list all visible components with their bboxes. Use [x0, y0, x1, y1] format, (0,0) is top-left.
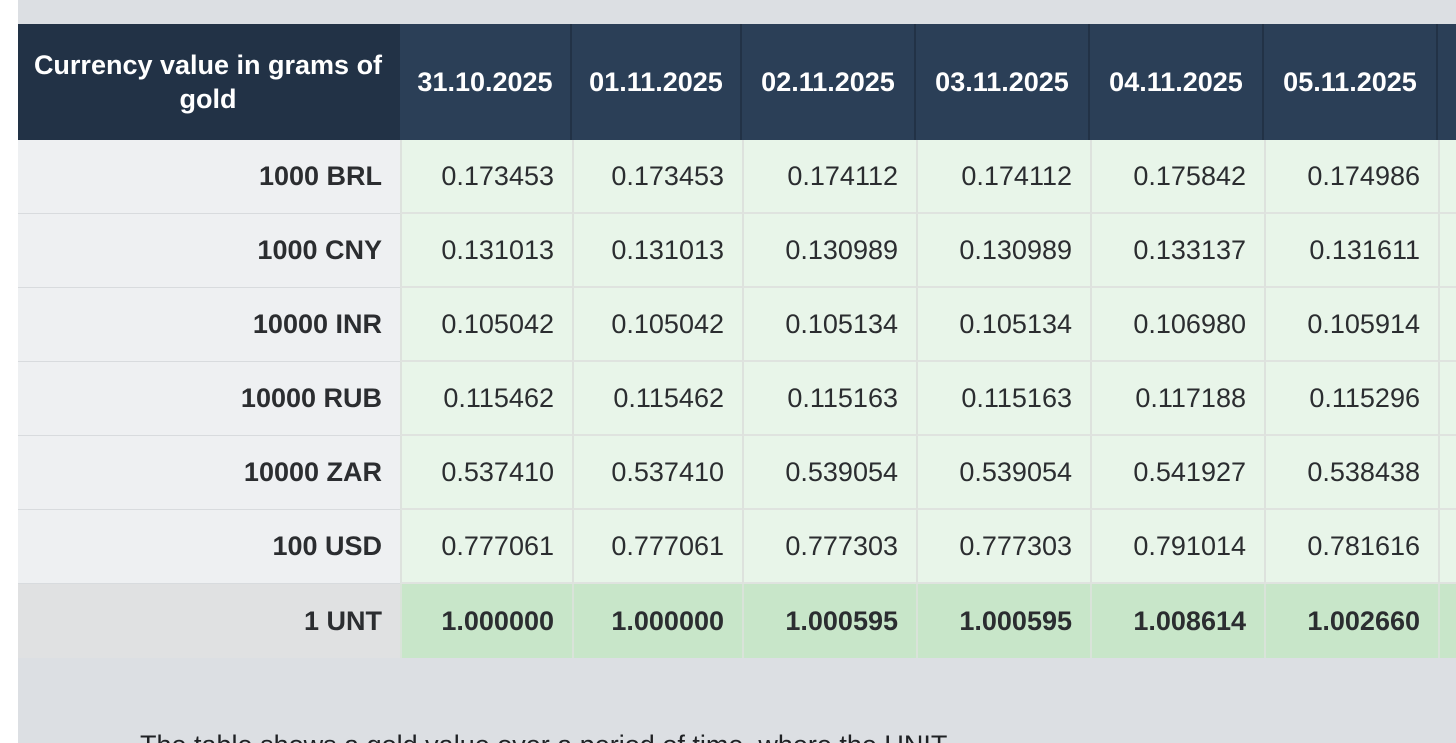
table-cell: 0.130989 [742, 214, 916, 288]
total-cell-overflow [1438, 584, 1456, 658]
table-cell: 0.173453 [400, 140, 572, 214]
row-label: 1000 BRL [18, 140, 400, 214]
table-cell: 0.131013 [400, 214, 572, 288]
table-cell: 0.777303 [742, 510, 916, 584]
table-cell-overflow [1438, 288, 1456, 362]
caption-text: The table shows a gold value over a peri… [140, 730, 947, 743]
table-cell: 0.105914 [1264, 288, 1438, 362]
total-cell: 1.008614 [1090, 584, 1264, 658]
table-cell: 0.131611 [1264, 214, 1438, 288]
table-cell-overflow [1438, 214, 1456, 288]
row-label: 10000 INR [18, 288, 400, 362]
table-cell-overflow [1438, 140, 1456, 214]
table-cell: 0.105134 [742, 288, 916, 362]
gold-value-table: Currency value in grams of gold 31.10.20… [18, 24, 1456, 658]
table-cell: 0.781616 [1264, 510, 1438, 584]
table-cell: 0.538438 [1264, 436, 1438, 510]
page: Currency value in grams of gold 31.10.20… [0, 0, 1456, 743]
total-cell: 1.000000 [572, 584, 742, 658]
date-header: 05.11.2025 [1264, 24, 1438, 140]
row-label: 10000 RUB [18, 362, 400, 436]
total-cell: 1.000595 [916, 584, 1090, 658]
table-cell: 0.130989 [916, 214, 1090, 288]
table-cell: 0.777303 [916, 510, 1090, 584]
table-cell: 0.115462 [400, 362, 572, 436]
table-cell: 0.174112 [916, 140, 1090, 214]
table-cell: 0.105042 [572, 288, 742, 362]
table-cell: 0.115296 [1264, 362, 1438, 436]
table-cell: 0.117188 [1090, 362, 1264, 436]
total-cell: 1.000595 [742, 584, 916, 658]
total-cell: 1.002660 [1264, 584, 1438, 658]
table-cell: 0.539054 [742, 436, 916, 510]
table-cell: 0.131013 [572, 214, 742, 288]
table-cell-overflow [1438, 362, 1456, 436]
row-label: 100 USD [18, 510, 400, 584]
row-label: 10000 ZAR [18, 436, 400, 510]
date-header-overflow [1438, 24, 1456, 140]
table-cell: 0.105042 [400, 288, 572, 362]
total-cell: 1.000000 [400, 584, 572, 658]
table-cell: 0.174112 [742, 140, 916, 214]
table-cell: 0.175842 [1090, 140, 1264, 214]
table-cell: 0.115163 [916, 362, 1090, 436]
table-cell: 0.777061 [572, 510, 742, 584]
corner-header: Currency value in grams of gold [18, 24, 400, 140]
table-cell: 0.541927 [1090, 436, 1264, 510]
date-header: 04.11.2025 [1090, 24, 1264, 140]
table-cell: 0.174986 [1264, 140, 1438, 214]
table-cell: 0.791014 [1090, 510, 1264, 584]
table-cell-overflow [1438, 510, 1456, 584]
table-cell-overflow [1438, 436, 1456, 510]
table-cell: 0.115462 [572, 362, 742, 436]
table-cell: 0.115163 [742, 362, 916, 436]
total-row-label: 1 UNT [18, 584, 400, 658]
table-cell: 0.106980 [1090, 288, 1264, 362]
table-cell: 0.133137 [1090, 214, 1264, 288]
table-cell: 0.777061 [400, 510, 572, 584]
date-header: 02.11.2025 [742, 24, 916, 140]
table-cell: 0.537410 [400, 436, 572, 510]
row-label: 1000 CNY [18, 214, 400, 288]
table-cell: 0.173453 [572, 140, 742, 214]
date-header: 01.11.2025 [572, 24, 742, 140]
table-cell: 0.537410 [572, 436, 742, 510]
table-cell: 0.105134 [916, 288, 1090, 362]
date-header: 03.11.2025 [916, 24, 1090, 140]
table-cell: 0.539054 [916, 436, 1090, 510]
date-header: 31.10.2025 [400, 24, 572, 140]
